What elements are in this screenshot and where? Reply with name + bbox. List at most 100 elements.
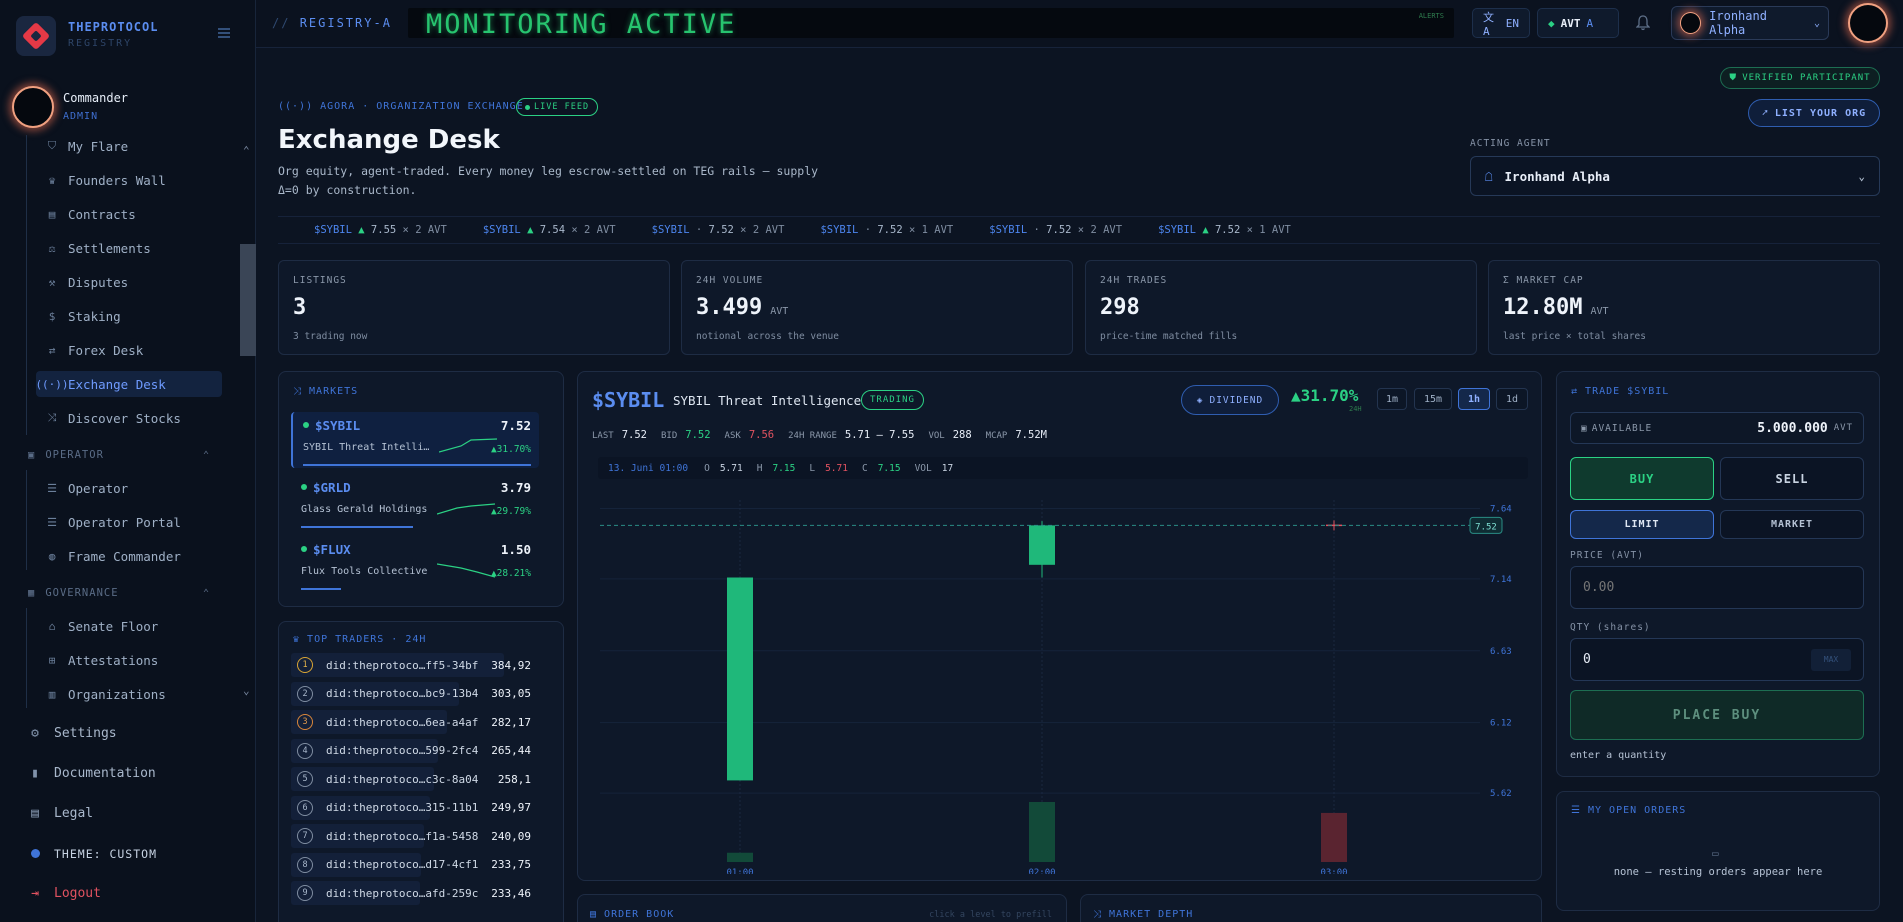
trader-rank-badge: 6	[297, 799, 313, 816]
acting-agent-select[interactable]: ☖ Ironhand Alpha ⌄	[1470, 156, 1880, 196]
trader-row[interactable]: 4 did:theprotoco…599-2fc4 265,44	[291, 738, 539, 763]
candlestick-chart[interactable]: 7.64 7.14 6.63 6.12 5.62 01:00 02:00 03:00 7.52	[590, 490, 1535, 874]
max-button[interactable]: MAX	[1811, 648, 1851, 671]
market-item-grld[interactable]: $GRLD 3.79 Glass Gerald Holdings ▲29.79%	[291, 474, 539, 530]
sidebar-item-forex-desk[interactable]: ⇄ Forex Desk	[36, 337, 222, 363]
ticker-price: 7.52	[1214, 224, 1241, 236]
sidebar-item-founders-wall[interactable]: ♛ Founders Wall	[36, 167, 222, 193]
gavel-icon: ⚒	[48, 275, 56, 289]
sidebar-item-contracts[interactable]: ▤ Contracts	[36, 201, 222, 227]
commander-avatar[interactable]	[12, 86, 54, 128]
sidebar-item-my-flare[interactable]: ⛉ My Flare	[36, 133, 222, 159]
theme-label: THEME: CUSTOM	[54, 847, 158, 861]
language-selector[interactable]: 文A EN	[1472, 8, 1530, 38]
list-your-org-button[interactable]: ➚ LIST YOUR ORG	[1748, 99, 1880, 127]
place-order-button[interactable]: PLACE BUY	[1570, 690, 1864, 740]
trade-ticker-strip: $SYBIL ▲ 7.55 × 2 AVT $SYBIL ▲ 7.54 × 2 …	[278, 216, 1880, 244]
limit-order-tab[interactable]: LIMIT	[1570, 510, 1714, 539]
sidebar-item-organizations[interactable]: ▥ Organizations	[36, 681, 222, 707]
market-symbol: $FLUX	[313, 542, 351, 557]
buy-tab[interactable]: BUY	[1570, 457, 1714, 500]
y-tick-label: 6.63	[1490, 647, 1512, 657]
ohlc-h: 7.15	[772, 462, 796, 474]
chart-change: ▲31.70%	[1291, 386, 1359, 405]
nav-group-operator[interactable]: ▣ OPERATOR ⌃	[28, 449, 210, 461]
dividend-button[interactable]: ◈ DIVIDEND	[1181, 385, 1279, 415]
market-item-sybil[interactable]: $SYBIL 7.52 SYBIL Threat Intelligence ▲3…	[291, 412, 539, 468]
server-icon: ☰	[47, 515, 57, 529]
market-underline	[303, 464, 531, 466]
interval-15m[interactable]: 15m	[1414, 388, 1452, 410]
trader-id: did:theprotoco…ff5-34bf	[326, 658, 479, 672]
theme-dot-icon	[28, 847, 42, 861]
sidebar-item-frame-commander[interactable]: ◍ Frame Commander	[36, 543, 222, 569]
vol-label: VOL	[928, 431, 945, 441]
trader-id: did:theprotoco…c3c-8a04	[326, 772, 479, 786]
trader-id: did:theprotoco…315-11b1	[326, 801, 479, 814]
verified-badge: ⛊ VERIFIED PARTICIPANT	[1720, 67, 1880, 89]
trader-row[interactable]: 9 did:theprotoco…afd-259c 233,46	[291, 881, 539, 905]
nav-group-governance[interactable]: ▦ GOVERNANCE ⌃	[28, 587, 210, 599]
sidebar-item-attestations[interactable]: ⊞ Attestations	[36, 647, 222, 673]
profile-avatar[interactable]	[1848, 3, 1888, 43]
sidebar-scrollbar[interactable]	[240, 244, 256, 356]
sidebar-item-disputes[interactable]: ⚒ Disputes	[36, 269, 222, 295]
sidebar-item-staking[interactable]: $ Staking	[36, 303, 222, 329]
sidebar-item-discover-stocks[interactable]: ⤨ Discover Stocks	[36, 405, 222, 431]
logo-icon	[16, 16, 56, 56]
sidebar-item-label: Staking	[68, 308, 121, 324]
market-change: ▲28.21%	[490, 568, 531, 579]
stat-value: 3	[293, 295, 306, 320]
y-tick-label: 6.12	[1490, 719, 1512, 729]
ohlc-vol: 17	[941, 462, 954, 474]
trader-row[interactable]: 1 did:theprotoco…ff5-34bf 384,92	[291, 653, 539, 677]
volume-bar	[1029, 802, 1055, 862]
sidebar-item-senate-floor[interactable]: ⌂ Senate Floor	[36, 613, 222, 639]
agent-name: Ironhand Alpha	[1709, 9, 1767, 37]
trading-status-badge: TRADING	[861, 390, 924, 410]
logout-button[interactable]: ⇥ Logout	[28, 886, 101, 901]
qty-input[interactable]: 0 MAX	[1570, 638, 1864, 681]
trader-row[interactable]: 2 did:theprotoco…bc9-13b4 303,05	[291, 681, 539, 706]
bell-icon[interactable]	[1635, 15, 1651, 31]
sidebar-item-exchange-desk[interactable]: ((·)) Exchange Desk	[35, 371, 222, 397]
logout-icon: ⇥	[31, 886, 39, 901]
market-order-tab[interactable]: MARKET	[1720, 510, 1864, 539]
scroll-up-chevron-icon[interactable]: ⌃	[243, 144, 250, 157]
trader-id: did:theprotoco…f1a-5458	[326, 829, 479, 843]
agent-menu[interactable]: Ironhand Alpha ⌄	[1671, 6, 1829, 40]
last-price-tag-text: 7.52	[1475, 522, 1497, 532]
trader-row[interactable]: 6 did:theprotoco…315-11b1 249,97	[291, 795, 539, 820]
sidebar-collapse-icon[interactable]	[218, 28, 230, 38]
building-icon: ▥	[48, 687, 56, 701]
chart-company-name: SYBIL Threat Intelligence	[673, 393, 862, 408]
breadcrumb-prefix: //	[272, 16, 291, 30]
trader-row[interactable]: 3 did:theprotoco…6ea-a4af 282,17	[291, 710, 539, 734]
interval-1d[interactable]: 1d	[1496, 388, 1528, 410]
trader-row[interactable]: 7 did:theprotoco…f1a-5458 240,09	[291, 824, 539, 848]
trader-rank-badge: 8	[297, 856, 313, 873]
sidebar-item-operator-portal[interactable]: ☰ Operator Portal	[36, 509, 222, 535]
interval-1m[interactable]: 1m	[1377, 388, 1407, 410]
sidebar-item-operator[interactable]: ☰ Operator	[36, 475, 222, 501]
interval-1h[interactable]: 1h	[1458, 388, 1490, 410]
price-input[interactable]	[1570, 566, 1864, 609]
documentation-link[interactable]: ▮ Documentation	[28, 766, 156, 781]
sell-tab[interactable]: SELL	[1720, 457, 1864, 500]
settings-link[interactable]: ⚙ Settings	[28, 726, 117, 741]
theme-toggle[interactable]: THEME: CUSTOM	[28, 847, 157, 861]
legal-link[interactable]: ▤ Legal	[28, 806, 93, 821]
currency-selector[interactable]: ◆ AVT A	[1537, 8, 1619, 38]
trader-row[interactable]: 5 did:theprotoco…c3c-8a04 258,1	[291, 767, 539, 791]
trader-row[interactable]: 8 did:theprotoco…d17-4cf1 233,75	[291, 852, 539, 877]
sidebar-item-label: Operator	[68, 480, 129, 496]
scroll-down-chevron-icon[interactable]: ⌄	[243, 684, 250, 697]
mcap-value: 7.52M	[1015, 429, 1047, 441]
ticker-symbol: $SYBIL	[482, 224, 521, 236]
trader-amount: 265,44	[491, 744, 531, 757]
market-item-flux[interactable]: $FLUX 1.50 Flux Tools Collective ▲28.21%	[291, 536, 539, 592]
x-tick-label: 01:00	[726, 868, 753, 874]
sidebar-item-settlements[interactable]: ⚖ Settlements	[36, 235, 222, 261]
live-feed-label: LIVE FEED	[534, 102, 590, 112]
range-value: 5.71 – 7.55	[844, 429, 915, 441]
